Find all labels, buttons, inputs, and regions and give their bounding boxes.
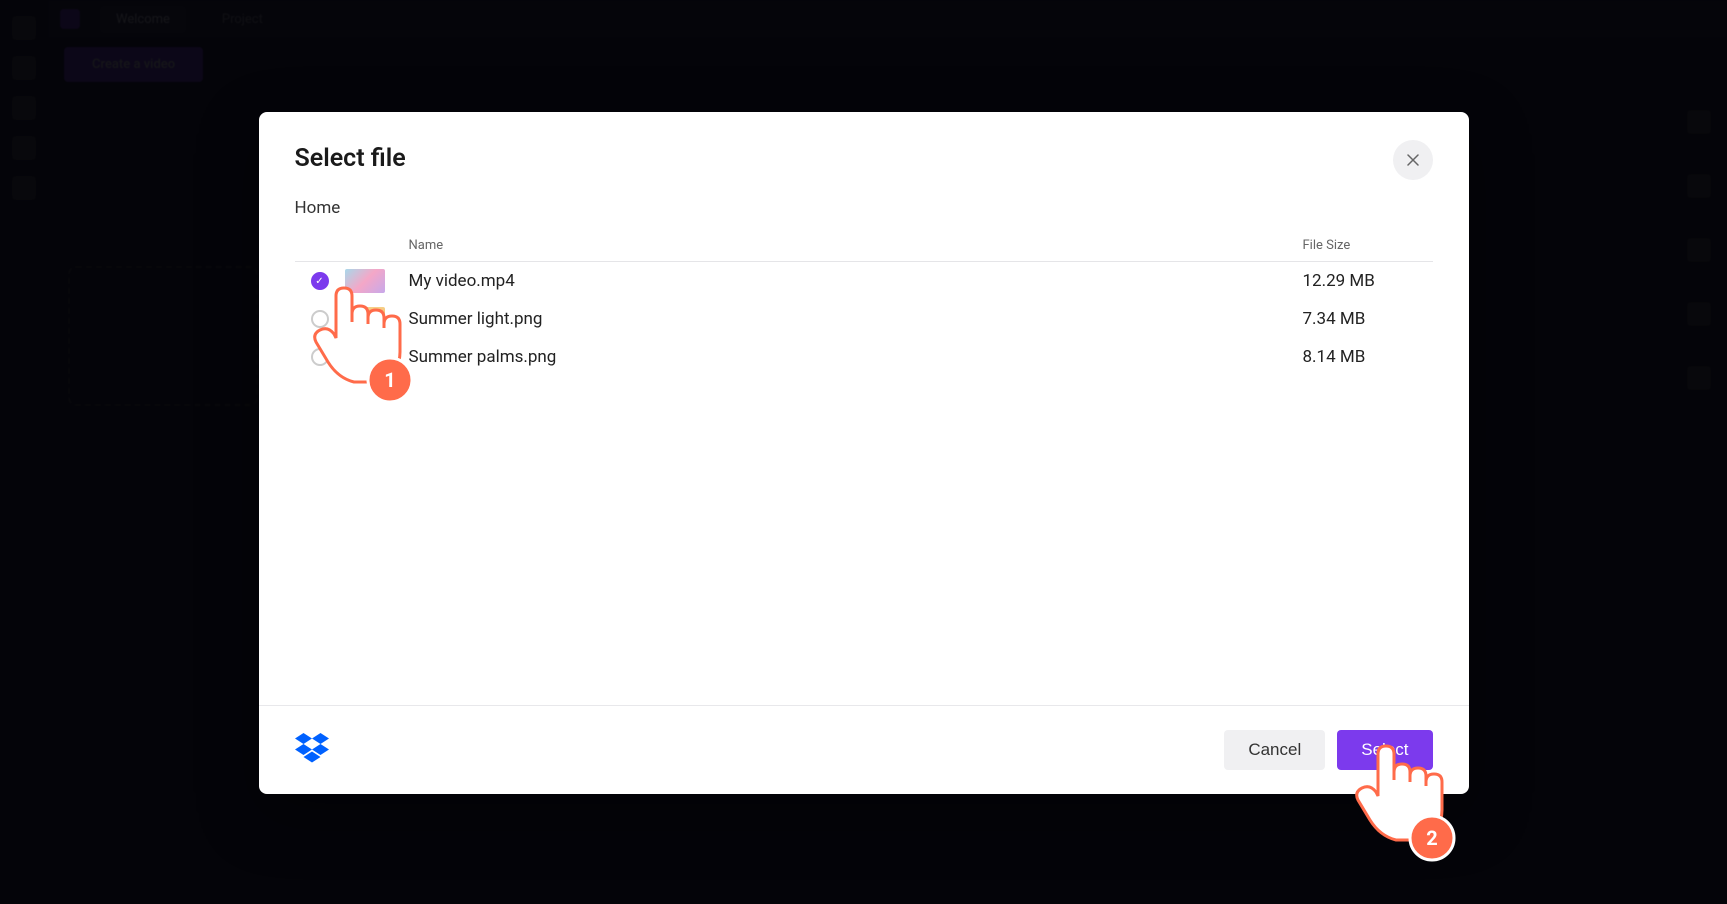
file-thumbnail (345, 345, 385, 369)
file-size: 8.14 MB (1303, 347, 1433, 367)
close-button[interactable] (1393, 140, 1433, 180)
column-size: File Size (1303, 238, 1433, 253)
column-name: Name (395, 238, 1303, 253)
file-radio[interactable] (311, 348, 329, 366)
file-size: 12.29 MB (1303, 271, 1433, 291)
file-picker-modal: Select file Home Name File Size ✓ (259, 112, 1469, 794)
file-table: Name File Size ✓ My video.mp4 12.29 MB S… (259, 230, 1469, 705)
file-size: 7.34 MB (1303, 309, 1433, 329)
breadcrumb-home[interactable]: Home (295, 198, 341, 218)
file-name: Summer light.png (395, 309, 1303, 329)
file-row[interactable]: Summer light.png 7.34 MB (295, 300, 1433, 338)
select-button[interactable]: Select (1337, 730, 1432, 770)
file-radio[interactable] (311, 310, 329, 328)
file-row[interactable]: Summer palms.png 8.14 MB (295, 338, 1433, 376)
modal-title: Select file (295, 144, 406, 173)
file-thumbnail (345, 269, 385, 293)
file-radio-selected[interactable]: ✓ (311, 272, 329, 290)
dropbox-icon (295, 733, 329, 767)
table-header: Name File Size (295, 230, 1433, 262)
breadcrumb[interactable]: Home (259, 198, 1469, 230)
file-name: My video.mp4 (395, 271, 1303, 291)
file-row[interactable]: ✓ My video.mp4 12.29 MB (295, 262, 1433, 300)
file-thumbnail (345, 307, 385, 331)
file-name: Summer palms.png (395, 347, 1303, 367)
modal-overlay[interactable]: Select file Home Name File Size ✓ (0, 0, 1727, 904)
close-icon (1407, 154, 1419, 166)
cancel-button[interactable]: Cancel (1224, 730, 1325, 770)
